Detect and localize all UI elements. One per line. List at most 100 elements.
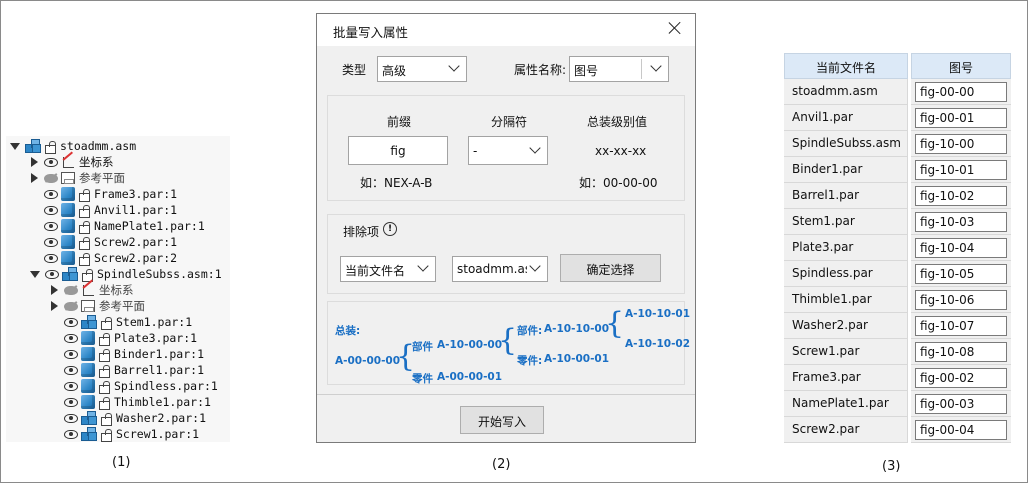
table-cell-figno-input[interactable]: fig-10-01 — [915, 160, 1007, 180]
example-part-label-1: 部件 — [412, 341, 433, 353]
tree-row[interactable]: Plate3.par:1 — [50, 330, 197, 346]
select-divider — [641, 59, 642, 79]
expand-down-icon[interactable] — [10, 142, 20, 150]
table-cell-filename: Screw1.par — [784, 339, 908, 365]
level-value: xx-xx-xx — [595, 144, 647, 158]
tree-row[interactable]: 参考平面 — [50, 298, 145, 314]
tree-row[interactable]: 坐标系 — [30, 150, 114, 170]
expand-right-icon[interactable] — [51, 301, 58, 311]
eye-icon[interactable] — [45, 269, 59, 279]
example-piece-label-2: 零件: — [517, 355, 543, 367]
tree-row[interactable]: Binder1.par:1 — [50, 346, 204, 362]
table-cell-figno-input[interactable]: fig-10-00 — [915, 134, 1007, 154]
eye-icon[interactable] — [44, 221, 58, 231]
tree-row[interactable]: Thimble1.par:1 — [50, 394, 211, 410]
example-leaf-1: A-10-10-01 — [625, 308, 691, 320]
tree-row[interactable]: Barrel1.par:1 — [50, 362, 204, 378]
example-part-value-1: A-10-00-00 — [437, 339, 503, 351]
lock-icon — [78, 188, 90, 202]
tree-row[interactable]: NamePlate1.par:1 — [30, 218, 205, 234]
separator-select[interactable]: - — [468, 136, 548, 165]
eye-icon[interactable] — [64, 333, 78, 343]
tree-row[interactable]: Stem1.par:1 — [50, 314, 192, 330]
prefix-input[interactable]: fig — [348, 136, 448, 165]
chevron-down-icon — [529, 260, 541, 272]
tree-row[interactable]: 坐标系 — [50, 278, 134, 298]
eye-icon[interactable] — [44, 157, 58, 167]
exclude-file-select[interactable]: stoadmm.as — [452, 256, 548, 282]
expand-right-icon[interactable] — [31, 173, 38, 183]
table-cell-figno-input[interactable]: fig-10-08 — [915, 342, 1007, 362]
eye-icon[interactable] — [64, 429, 78, 439]
table-cell-filename: stoadmm.asm — [784, 79, 908, 105]
example-piece-value-2: A-10-00-01 — [544, 353, 610, 365]
eye-hidden-icon[interactable] — [64, 285, 78, 295]
caption-1: (1) — [112, 455, 131, 470]
table-cell-filename: NamePlate1.par — [784, 391, 908, 417]
table-cell-figno-input[interactable]: fig-10-07 — [915, 316, 1007, 336]
tree-row[interactable]: stoadmm.asm — [10, 138, 136, 154]
lock-icon — [100, 412, 112, 426]
attr-name-select[interactable]: 图号 — [569, 56, 669, 82]
prefix-example: 如：NEX-A-B — [360, 176, 433, 190]
table-cell-figno-input[interactable]: fig-10-06 — [915, 290, 1007, 310]
table-cell-figno-input[interactable]: fig-00-03 — [915, 394, 1007, 414]
table-cell-filename: Plate3.par — [784, 235, 908, 261]
expand-right-icon[interactable] — [51, 285, 58, 295]
eye-icon[interactable] — [64, 381, 78, 391]
eye-icon[interactable] — [44, 253, 58, 263]
tree-row[interactable]: Spindless.par:1 — [50, 378, 218, 394]
attr-name-select-value: 图号 — [574, 64, 599, 78]
eye-icon[interactable] — [44, 189, 58, 199]
exclude-field-select[interactable]: 当前文件名 — [340, 256, 436, 282]
tree-row[interactable]: SpindleSubss.asm:1 — [30, 266, 222, 282]
eye-icon[interactable] — [64, 397, 78, 407]
table-cell-figno-input[interactable]: fig-10-03 — [915, 212, 1007, 232]
eye-hidden-icon[interactable] — [44, 173, 58, 183]
expand-down-icon[interactable] — [30, 270, 40, 278]
tree-row[interactable]: Washer2.par:1 — [50, 410, 206, 426]
table-cell-figno-input[interactable]: fig-10-05 — [915, 264, 1007, 284]
table-cell-figno-input[interactable]: fig-10-04 — [915, 238, 1007, 258]
tree-row-label: 参考平面 — [99, 299, 145, 313]
type-select[interactable]: 高级 — [377, 56, 467, 82]
eye-icon[interactable] — [64, 413, 78, 423]
confirm-selection-button[interactable]: 确定选择 — [560, 254, 661, 282]
example-root: A-00-00-00 — [335, 355, 401, 367]
close-icon[interactable] — [667, 20, 683, 36]
table-cell-filename: Anvil1.par — [784, 105, 908, 131]
eye-icon[interactable] — [44, 237, 58, 247]
table-cell-figno-input[interactable]: fig-00-00 — [915, 82, 1007, 102]
tree-row[interactable]: Screw1.par:1 — [50, 426, 199, 442]
batch-write-dialog: 批量写入属性 类型 高级 属性名称: 图号 前缀 fig 如：NEX-A-B 分… — [316, 13, 696, 443]
eye-icon[interactable] — [64, 365, 78, 375]
table-cell-figno-input[interactable]: fig-00-01 — [915, 108, 1007, 128]
table-cell-figno-input[interactable]: fig-00-02 — [915, 368, 1007, 388]
info-icon[interactable]: ! — [383, 222, 397, 236]
eye-icon[interactable] — [64, 349, 78, 359]
tree-row[interactable]: 参考平面 — [30, 170, 125, 186]
coordinate-system-icon — [81, 278, 95, 297]
type-label: 类型 — [342, 63, 367, 77]
tree-row[interactable]: Frame3.par:1 — [30, 186, 177, 202]
tree-row[interactable]: Screw2.par:2 — [30, 250, 177, 266]
start-write-button[interactable]: 开始写入 — [460, 406, 544, 434]
expand-right-icon[interactable] — [31, 157, 38, 167]
exclude-field-value: 当前文件名 — [345, 264, 406, 278]
tree-row-label: NamePlate1.par:1 — [94, 219, 205, 233]
eye-hidden-icon[interactable] — [64, 301, 78, 311]
table-cell-figno-input[interactable]: fig-10-02 — [915, 186, 1007, 206]
table-cell-figno-input[interactable]: fig-00-04 — [915, 420, 1007, 440]
lock-icon — [78, 204, 90, 218]
example-piece-label-1: 零件 — [412, 373, 433, 385]
tree-row-label: Screw1.par:1 — [116, 427, 200, 441]
tree-row[interactable]: Anvil1.par:1 — [30, 202, 177, 218]
tree-row[interactable]: Screw2.par:1 — [30, 234, 177, 250]
eye-icon[interactable] — [64, 317, 78, 327]
eye-icon[interactable] — [44, 205, 58, 215]
